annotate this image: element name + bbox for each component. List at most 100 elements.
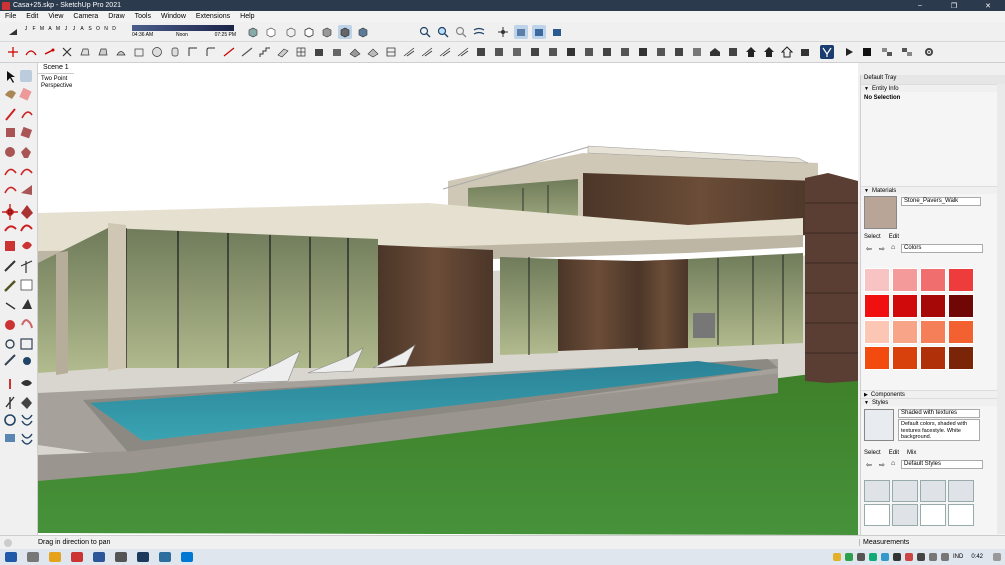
cylinder-icon[interactable] [168,45,182,59]
arc-icon[interactable] [24,45,38,59]
scene-render[interactable] [38,63,858,535]
tray-icon[interactable] [856,553,865,561]
file-explorer-icon[interactable] [49,552,61,562]
walk-icon[interactable] [514,25,528,39]
corner-icon[interactable] [186,45,200,59]
position-camera-icon[interactable] [496,25,510,39]
orbit-view-icon[interactable] [550,25,564,39]
corner2-icon[interactable] [204,45,218,59]
stack12-icon[interactable] [672,45,686,59]
swatch[interactable] [864,294,890,318]
stack9-icon[interactable] [618,45,632,59]
clock[interactable]: 0:42 [971,554,983,560]
style-option[interactable] [920,480,946,502]
model-viewport[interactable]: Scene 1 Two Point Perspective [38,63,858,535]
style-name-field[interactable]: Shaded with textures [898,409,980,418]
menu-file[interactable]: File [0,13,21,20]
style-option[interactable] [892,504,918,526]
menu-help[interactable]: Help [235,13,259,20]
tiles-icon[interactable] [384,45,398,59]
materials-header[interactable]: ▼ Materials [861,186,1005,194]
swatch[interactable] [864,346,890,370]
swatch[interactable] [864,320,890,344]
stairs-icon[interactable] [258,45,272,59]
app3-icon[interactable] [181,552,193,562]
swatch[interactable] [892,268,918,292]
menu-view[interactable]: View [43,13,68,20]
style-library-select[interactable]: Default Styles [901,460,983,469]
swatch[interactable] [948,268,974,292]
zoom-extents-icon[interactable] [418,25,432,39]
app2-icon[interactable] [159,552,171,562]
forward-arrow-icon[interactable]: ⇨ [879,245,885,253]
swatch[interactable] [948,320,974,344]
swatch[interactable] [948,346,974,370]
stack4-icon[interactable] [528,45,542,59]
stack3-icon[interactable] [510,45,524,59]
tray-scrollbar[interactable] [997,84,1005,534]
tray-icon[interactable] [916,553,925,561]
extension-logo-icon[interactable] [820,45,834,59]
home-icon[interactable] [744,45,758,59]
shadow-toggle-icon[interactable] [6,25,20,39]
zoom-window-icon[interactable] [436,25,450,39]
hidden-line-icon[interactable] [302,25,316,39]
menu-tools[interactable]: Tools [130,13,156,20]
tray-icon[interactable] [904,553,913,561]
line-gray-icon[interactable] [240,45,254,59]
maximize-button[interactable]: ❐ [937,2,971,10]
styles-header[interactable]: ▼ Styles [861,398,998,406]
windows-start-icon[interactable] [5,552,17,562]
slice3-icon[interactable] [438,45,452,59]
tray-icon[interactable] [880,553,889,561]
slice4-icon[interactable] [456,45,470,59]
slice2-icon[interactable] [420,45,434,59]
tray-icon[interactable] [844,553,853,561]
zoom-previous-icon[interactable] [454,25,468,39]
section-plane-icon[interactable] [472,25,486,39]
style-option[interactable] [920,504,946,526]
plane-icon[interactable] [276,45,290,59]
style-option[interactable] [864,480,890,502]
swatch[interactable] [892,320,918,344]
building-icon[interactable] [312,45,326,59]
home-icon[interactable]: ⌂ [891,460,895,467]
notifications-icon[interactable] [993,553,1001,561]
components-header[interactable]: ▶ Components [861,390,998,398]
shaded-icon[interactable] [320,25,334,39]
monochrome-icon[interactable] [356,25,370,39]
shape-icon[interactable] [78,45,92,59]
shape3-icon[interactable] [114,45,128,59]
stack11-icon[interactable] [654,45,668,59]
tray-icon[interactable] [832,553,841,561]
menu-draw[interactable]: Draw [103,13,129,20]
language-indicator[interactable]: IND [953,554,963,560]
swatch[interactable] [920,320,946,344]
component-options-icon[interactable] [880,45,894,59]
extension-warehouse-icon[interactable] [726,45,740,59]
info-icon[interactable] [4,538,12,547]
tray-icon[interactable] [892,553,901,561]
back-arrow-icon[interactable]: ⇦ [866,461,872,469]
menu-extensions[interactable]: Extensions [191,13,235,20]
app-icon[interactable] [115,552,127,562]
speaker-icon[interactable] [940,553,949,561]
style-option[interactable] [948,480,974,502]
home-icon[interactable]: ⌂ [891,244,895,251]
styles-tab-mix[interactable]: Mix [907,450,916,458]
warehouse-icon[interactable] [708,45,722,59]
stack8-icon[interactable] [600,45,614,59]
stop-icon[interactable] [860,45,874,59]
wifi-icon[interactable] [928,553,937,561]
forward-arrow-icon[interactable]: ⇨ [879,461,885,469]
materials-tab-select[interactable]: Select [864,234,881,242]
swatch[interactable] [920,268,946,292]
menu-camera[interactable]: Camera [68,13,103,20]
steam-icon[interactable] [137,552,149,562]
stack-icon[interactable] [474,45,488,59]
material-library-select[interactable]: Colors [901,244,983,253]
measurements-box[interactable]: Measurements [859,539,1005,546]
swatch[interactable] [920,346,946,370]
style-option[interactable] [892,480,918,502]
styles-tab-select[interactable]: Select [864,450,881,458]
